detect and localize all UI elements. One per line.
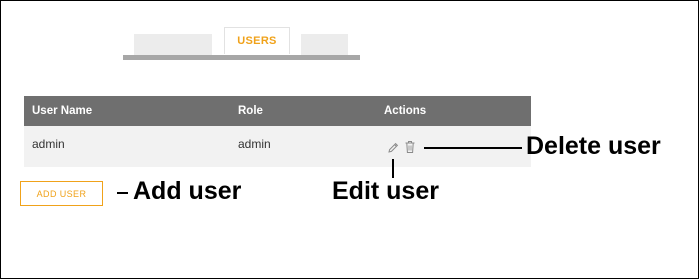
delete-user-callout-line	[424, 147, 522, 149]
tab-left[interactable]	[134, 34, 212, 55]
users-table-header: User Name Role Actions	[24, 96, 531, 126]
cell-role: admin	[238, 137, 271, 151]
edit-user-callout-line	[392, 159, 394, 178]
pencil-icon[interactable]	[387, 141, 399, 154]
screenshot-frame: USERS User Name Role Actions admin admin…	[0, 0, 699, 279]
column-header-role: Role	[238, 105, 263, 117]
add-user-button-label: ADD USER	[36, 188, 87, 199]
edit-user-callout: Edit user	[332, 177, 439, 205]
add-user-button[interactable]: ADD USER	[20, 181, 103, 206]
column-header-actions: Actions	[384, 105, 427, 117]
cell-user-name: admin	[32, 137, 65, 151]
delete-user-callout: Delete user	[526, 132, 661, 160]
column-header-user-name: User Name	[32, 105, 93, 117]
tab-users[interactable]: USERS	[224, 27, 290, 54]
tab-users-label: USERS	[237, 35, 277, 47]
add-user-callout: Add user	[133, 177, 242, 205]
trash-icon[interactable]	[404, 140, 416, 154]
tab-underline	[123, 55, 360, 60]
add-user-callout-line	[117, 192, 128, 194]
tab-right[interactable]	[301, 34, 348, 55]
